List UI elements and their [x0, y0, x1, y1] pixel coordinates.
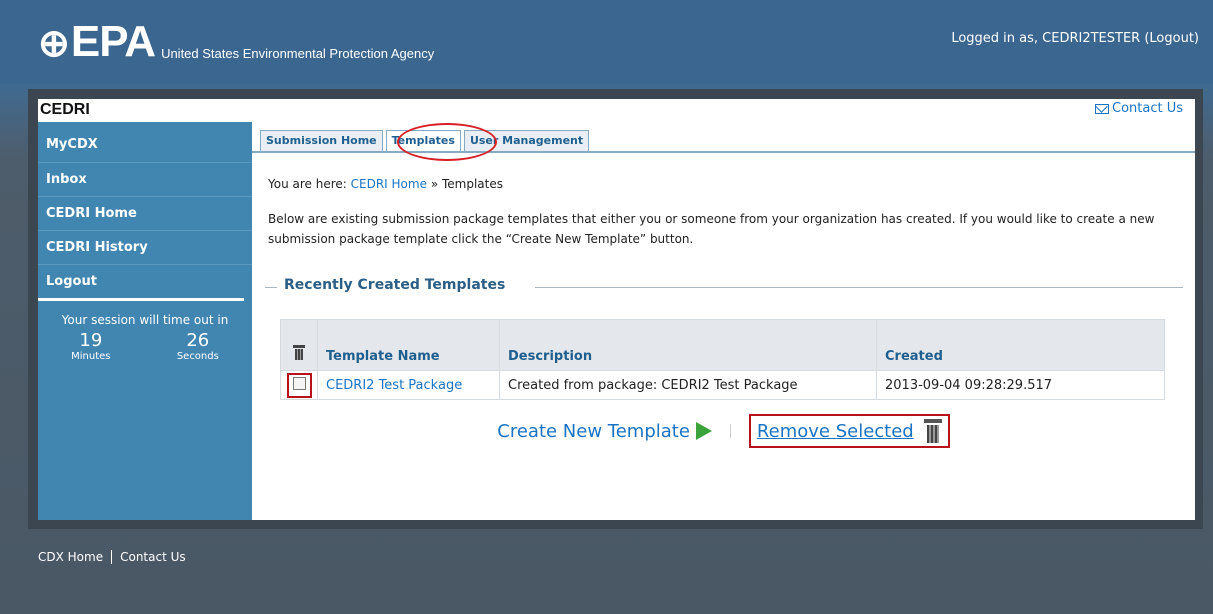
- sidebar-item-logout[interactable]: Logout: [38, 265, 244, 301]
- action-bar: Create New Template Remove Selected: [252, 414, 1195, 448]
- template-description: Created from package: CEDRI2 Test Packag…: [499, 370, 877, 400]
- section-title: Recently Created Templates: [281, 277, 509, 293]
- highlight-oval: [397, 123, 497, 161]
- footer: CDX Home Contact Us: [38, 550, 186, 564]
- sidebar-item-cedri-home[interactable]: CEDRI Home: [38, 197, 252, 231]
- epa-logo-mark: ⊕EPA: [38, 17, 156, 66]
- sidebar: MyCDX Inbox CEDRI Home CEDRI History Log…: [38, 122, 252, 520]
- templates-table: Template Name Description Created CEDRI2…: [280, 319, 1165, 400]
- sidebar-item-mycdx[interactable]: MyCDX: [38, 122, 252, 163]
- footer-contact-us-link[interactable]: Contact Us: [120, 550, 186, 564]
- footer-divider: [111, 550, 113, 564]
- app-title: CEDRI: [40, 101, 90, 118]
- logout-link[interactable]: (Logout): [1144, 31, 1199, 46]
- minutes-label: Minutes: [71, 351, 111, 362]
- main-content: Submission Home Templates User Managemen…: [252, 122, 1195, 520]
- template-created: 2013-09-04 09:28:29.517: [876, 370, 1165, 400]
- page-description: Below are existing submission package te…: [268, 212, 1155, 246]
- select-column-header: [280, 319, 318, 371]
- table-header-row: Template Name Description Created: [280, 319, 1165, 371]
- column-description: Description: [499, 319, 877, 371]
- session-timer: Your session will time out in 19 Minutes…: [38, 301, 252, 362]
- footer-cdx-home-link[interactable]: CDX Home: [38, 550, 103, 564]
- seconds-label: Seconds: [176, 351, 219, 362]
- play-arrow-icon: [695, 422, 712, 440]
- epa-logo[interactable]: ⊕EPA United States Environmental Protect…: [38, 17, 435, 66]
- column-template-name: Template Name: [317, 319, 500, 371]
- trash-icon: [923, 419, 942, 443]
- seconds-value: 26: [186, 330, 210, 351]
- sidebar-item-inbox[interactable]: Inbox: [38, 163, 252, 197]
- mail-icon: [1095, 103, 1109, 114]
- breadcrumb-cedri-home[interactable]: CEDRI Home: [351, 177, 427, 191]
- tab-submission-home[interactable]: Submission Home: [260, 130, 383, 152]
- column-created: Created: [876, 319, 1165, 371]
- minutes-value: 19: [79, 330, 103, 351]
- contact-us-link[interactable]: Contact Us: [1095, 101, 1183, 116]
- table-row: CEDRI2 Test Package Created from package…: [280, 370, 1165, 400]
- row-checkbox[interactable]: [292, 376, 306, 390]
- sidebar-item-cedri-history[interactable]: CEDRI History: [38, 231, 252, 265]
- login-status: Logged in as, CEDRI2TESTER (Logout): [951, 31, 1199, 46]
- row-checkbox-highlight: [286, 372, 312, 398]
- create-new-template-button[interactable]: Create New Template: [497, 421, 712, 442]
- template-name-link[interactable]: CEDRI2 Test Package: [326, 378, 462, 393]
- action-separator: [729, 424, 731, 438]
- section-legend: Recently Created Templates: [265, 277, 1183, 297]
- remove-selected-button[interactable]: Remove Selected: [748, 414, 950, 448]
- app-panel: CEDRI Contact Us MyCDX Inbox CEDRI Home …: [38, 99, 1195, 520]
- agency-name: United States Environmental Protection A…: [161, 46, 435, 61]
- trash-icon: [293, 345, 305, 360]
- session-text: Your session will time out in: [61, 313, 229, 327]
- breadcrumb: You are here: CEDRI Home » Templates: [268, 177, 503, 191]
